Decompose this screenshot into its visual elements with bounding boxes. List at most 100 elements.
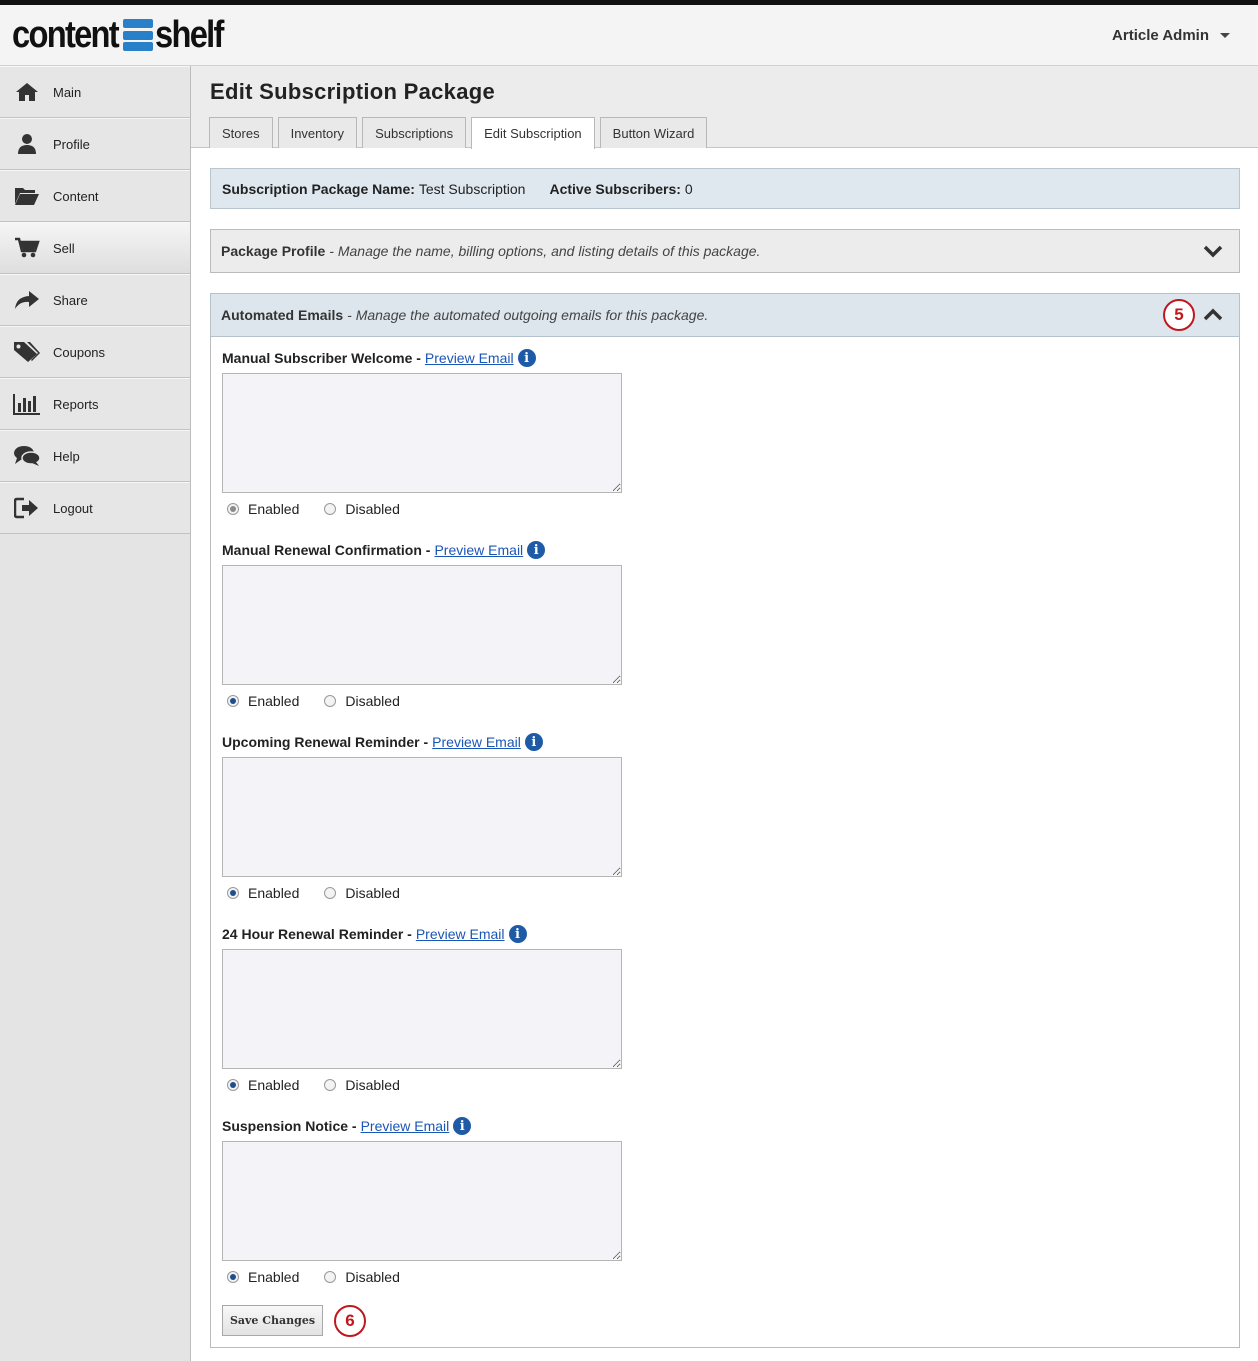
package-name-value: Test Subscription — [418, 180, 526, 197]
disabled-label: Disabled — [345, 1269, 400, 1285]
user-menu[interactable]: Article Admin — [1112, 27, 1230, 44]
preview-email-link[interactable]: Preview Email — [361, 1118, 450, 1134]
logo-stack-icon — [123, 19, 154, 51]
preview-email-link[interactable]: Preview Email — [425, 350, 514, 366]
automated-emails-description: - Manage the automated outgoing emails f… — [347, 307, 709, 323]
disabled-radio[interactable] — [324, 1271, 337, 1283]
save-changes-button[interactable]: Save Changes — [222, 1305, 323, 1336]
chevron-up-icon[interactable] — [1203, 307, 1223, 323]
sidebar-item-sell[interactable]: Sell — [0, 222, 190, 274]
info-icon[interactable]: i — [453, 1117, 472, 1135]
email-upcoming-renewal-reminder: Upcoming Renewal Reminder - Preview Email… — [222, 733, 642, 901]
step-marker-6: 6 — [334, 1305, 366, 1337]
automated-emails-body: Manual Subscriber Welcome - Preview Email… — [210, 337, 1240, 1348]
disabled-label: Disabled — [345, 885, 400, 901]
disabled-radio[interactable] — [324, 503, 337, 515]
tags-icon — [13, 340, 41, 364]
package-profile-title: Package Profile — [221, 243, 326, 259]
sidebar-item-reports[interactable]: Reports — [0, 378, 190, 430]
user-icon — [13, 132, 41, 156]
sidebar-item-label: Sell — [53, 240, 75, 256]
tab-bar: Stores Inventory Subscriptions Edit Subs… — [209, 117, 712, 149]
disabled-radio[interactable] — [324, 887, 337, 899]
preview-email-link[interactable]: Preview Email — [434, 542, 523, 558]
enabled-label: Enabled — [248, 885, 300, 901]
sidebar-item-label: Reports — [53, 396, 99, 412]
enabled-label: Enabled — [248, 1077, 300, 1093]
sidebar-item-label: Main — [53, 84, 82, 100]
package-name-label: Subscription Package Name: — [222, 180, 415, 197]
logo-text-left: content — [12, 14, 120, 56]
user-name: Article Admin — [1112, 27, 1209, 44]
preview-email-link[interactable]: Preview Email — [416, 926, 505, 942]
email-label: Manual Subscriber Welcome - — [222, 350, 421, 366]
sidebar-item-logout[interactable]: Logout — [0, 482, 190, 534]
tab-subscriptions[interactable]: Subscriptions — [362, 117, 467, 148]
chevron-down-icon[interactable] — [1203, 243, 1223, 259]
email-body-textarea[interactable] — [222, 757, 622, 877]
home-icon — [13, 80, 41, 104]
chevron-down-icon — [1220, 33, 1230, 38]
info-icon[interactable]: i — [527, 541, 546, 559]
email-manual-subscriber-welcome: Manual Subscriber Welcome - Preview Email… — [222, 349, 642, 517]
automated-emails-header[interactable]: Automated Emails - Manage the automated … — [210, 293, 1240, 337]
email-label: Upcoming Renewal Reminder - — [222, 734, 429, 750]
sidebar-item-profile[interactable]: Profile — [0, 118, 190, 170]
info-icon[interactable]: i — [517, 349, 536, 367]
active-subscribers-label: Active Subscribers: — [549, 180, 681, 197]
contentshelf-logo[interactable]: content shelf — [12, 14, 234, 56]
info-icon[interactable]: i — [508, 925, 527, 943]
sidebar-item-label: Profile — [53, 136, 90, 152]
sidebar-item-help[interactable]: Help — [0, 430, 190, 482]
email-label: 24 Hour Renewal Reminder - — [222, 926, 412, 942]
sidebar-item-content[interactable]: Content — [0, 170, 190, 222]
sidebar-item-main[interactable]: Main — [0, 66, 190, 118]
disabled-label: Disabled — [345, 1077, 400, 1093]
cart-icon — [13, 236, 41, 260]
logo-text-right: shelf — [155, 14, 224, 56]
enabled-label: Enabled — [248, 693, 300, 709]
tab-edit-subscription[interactable]: Edit Subscription — [471, 117, 595, 149]
email-body-textarea[interactable] — [222, 565, 622, 685]
sidebar-item-label: Coupons — [53, 344, 106, 360]
automated-emails-title: Automated Emails — [221, 307, 344, 323]
enabled-radio[interactable] — [227, 887, 239, 899]
tab-stores[interactable]: Stores — [209, 117, 273, 148]
enabled-label: Enabled — [248, 1269, 300, 1285]
chat-icon — [13, 444, 41, 468]
bar-chart-icon — [13, 392, 41, 416]
email-suspension-notice: Suspension Notice - Preview Email i Enable… — [222, 1117, 642, 1285]
sidebar-item-label: Share — [53, 292, 88, 308]
disabled-radio[interactable] — [324, 695, 337, 707]
logout-icon — [13, 496, 41, 520]
tab-inventory[interactable]: Inventory — [277, 117, 358, 148]
page-title: Edit Subscription Package — [210, 79, 496, 104]
enabled-radio[interactable] — [227, 695, 239, 707]
email-body-textarea[interactable] — [222, 949, 622, 1069]
package-profile-header[interactable]: Package Profile - Manage the name, billi… — [210, 229, 1240, 273]
app-header: content shelf Article Admin — [0, 5, 1258, 66]
email-label: Manual Renewal Confirmation - — [222, 542, 431, 558]
preview-email-link[interactable]: Preview Email — [432, 734, 521, 750]
page-header: Edit Subscription Package Stores Invento… — [191, 66, 1258, 149]
sidebar-item-label: Logout — [53, 500, 93, 516]
package-profile-description: - Manage the name, billing options, and … — [329, 243, 761, 259]
sidebar-item-share[interactable]: Share — [0, 274, 190, 326]
enabled-radio[interactable] — [227, 1271, 239, 1283]
sidebar-item-coupons[interactable]: Coupons — [0, 326, 190, 378]
sidebar-nav: Main Profile Content Sell Share Coupons — [0, 66, 191, 1361]
folder-icon — [13, 184, 41, 208]
info-icon[interactable]: i — [524, 733, 543, 751]
disabled-radio[interactable] — [324, 1079, 337, 1091]
email-body-textarea[interactable] — [222, 1141, 622, 1261]
email-body-textarea[interactable] — [222, 373, 622, 493]
package-summary-bar: Subscription Package Name: Test Subscrip… — [210, 168, 1240, 209]
active-subscribers-value: 0 — [684, 180, 693, 197]
main-content: Edit Subscription Package Stores Invento… — [191, 66, 1258, 1361]
tab-button-wizard[interactable]: Button Wizard — [599, 117, 708, 148]
enabled-radio[interactable] — [227, 1079, 239, 1091]
enabled-radio[interactable] — [227, 503, 239, 515]
sidebar-item-label: Help — [53, 448, 80, 464]
disabled-label: Disabled — [345, 693, 400, 709]
sidebar-item-label: Content — [53, 188, 99, 204]
